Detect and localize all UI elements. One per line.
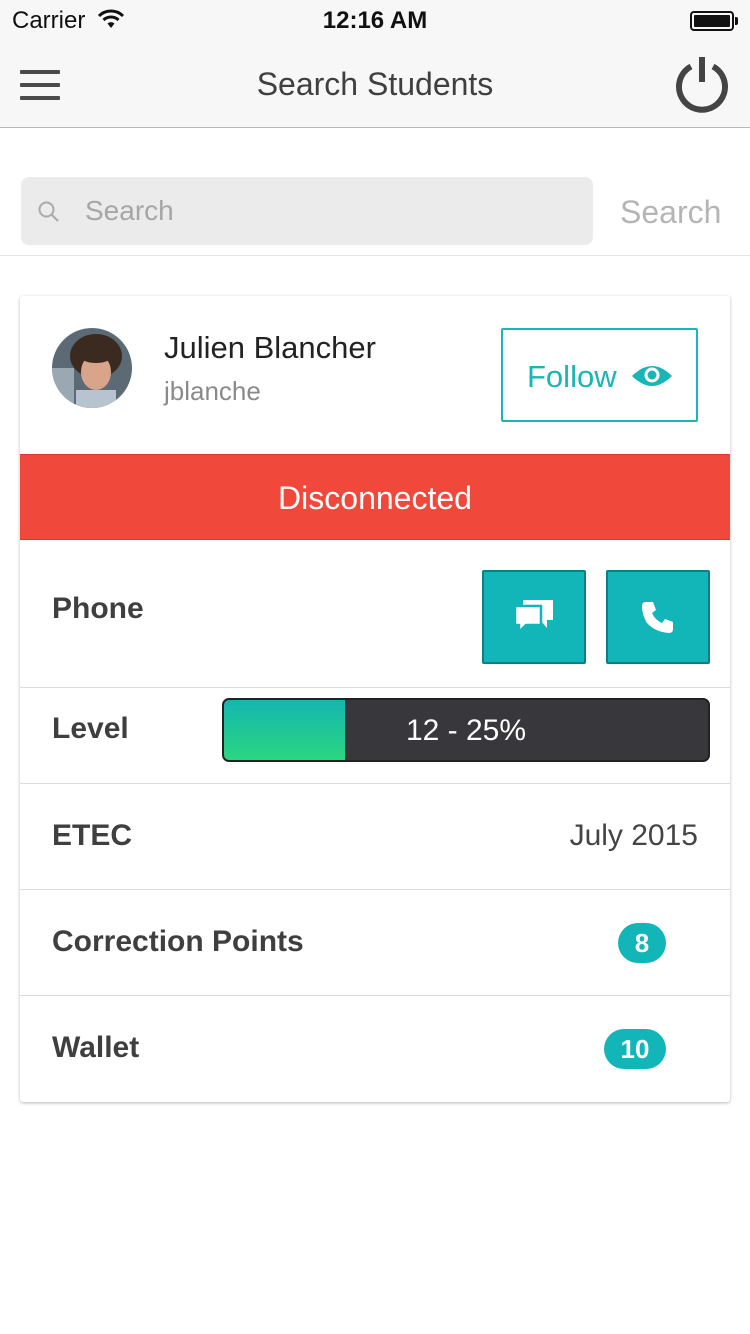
call-button[interactable] xyxy=(606,570,710,664)
search-button[interactable]: Search xyxy=(620,194,721,231)
student-name: Julien Blancher xyxy=(164,330,376,365)
chat-icon xyxy=(513,600,553,636)
search-field[interactable] xyxy=(21,177,593,245)
status-text: Disconnected xyxy=(278,480,472,516)
phone-label: Phone xyxy=(52,592,144,625)
avatar-image xyxy=(52,328,132,408)
avatar[interactable] xyxy=(52,328,132,408)
correction-points-row: Correction Points 8 xyxy=(20,889,730,995)
level-progress-bar: 12 - 25% xyxy=(222,698,710,762)
level-text: 12 - 25% xyxy=(405,714,527,747)
correction-points-badge: 8 xyxy=(618,923,666,963)
student-card: Julien Blancher jblanche Follow Disconne… xyxy=(20,296,730,1102)
etec-row: ETEC July 2015 xyxy=(20,783,730,889)
follow-label: Follow xyxy=(527,359,617,394)
eye-icon xyxy=(632,366,672,386)
wallet-label: Wallet xyxy=(52,1031,140,1064)
wallet-row: Wallet 10 xyxy=(20,995,730,1102)
etec-value: July 2015 xyxy=(569,819,698,852)
power-icon[interactable] xyxy=(672,54,732,114)
student-login: jblanche xyxy=(164,376,261,406)
level-label: Level xyxy=(52,712,129,745)
status-time: 12:16 AM xyxy=(322,7,428,34)
wallet-badge: 10 xyxy=(604,1029,666,1069)
navigation-bar: Search Students xyxy=(0,40,750,128)
page-title: Search Students xyxy=(256,66,494,102)
battery-icon xyxy=(690,11,738,31)
search-input[interactable] xyxy=(85,177,575,245)
search-icon xyxy=(38,201,59,222)
connection-status-banner: Disconnected xyxy=(20,454,730,540)
etec-label: ETEC xyxy=(52,819,133,852)
message-button[interactable] xyxy=(482,570,586,664)
search-bar: Search xyxy=(0,128,750,256)
phone-icon xyxy=(642,602,673,633)
follow-button[interactable]: Follow xyxy=(501,328,698,422)
status-bar: Carrier 12:16 AM xyxy=(0,0,750,40)
profile-header: Julien Blancher jblanche Follow xyxy=(20,296,730,454)
correction-points-label: Correction Points xyxy=(52,925,304,958)
